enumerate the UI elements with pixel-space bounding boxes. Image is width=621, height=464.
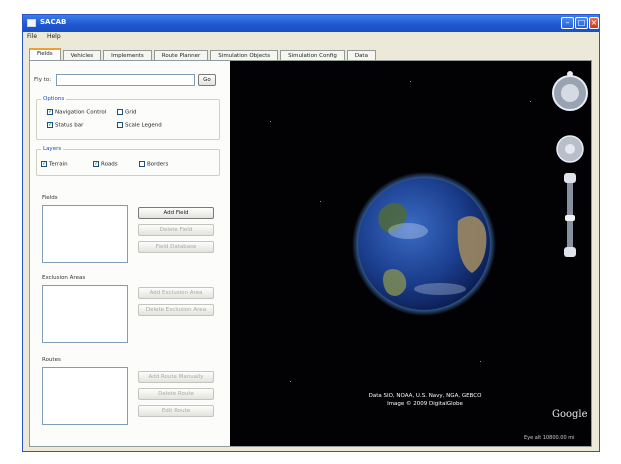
tab-fields[interactable]: Fields [29,48,61,60]
edit-route-button[interactable]: Edit Route [138,405,214,417]
delete-exclusion-area-button[interactable]: Delete Exclusion Area [138,304,214,316]
google-logo: Google [552,409,588,420]
tab-route-planner[interactable]: Route Planner [153,50,209,60]
grid-checkbox[interactable]: Grid [117,109,137,116]
window-title: SACAB [40,18,67,26]
cloud-cover [388,223,428,239]
close-button[interactable]: × [589,17,599,29]
attribution-line-1: Data SIO, NOAA, U.S. Navy, NGA, GEBCO [368,393,482,399]
status-bar-check-icon: ✓ [47,121,54,128]
add-exclusion-area-button[interactable]: Add Exclusion Area [138,287,214,299]
terrain-check-icon: ✓ [41,160,48,167]
exclusion-areas-title: Exclusion Areas [42,275,86,281]
grid-label: Grid [125,109,137,116]
eye-altitude-readout: Eye alt 10800.00 mi [524,435,575,441]
tab-panel: Fly to: Go Options ✓ Navigation Control G… [29,60,592,447]
options-group: Options ✓ Navigation Control Grid ✓ Status… [36,96,220,140]
tab-vehicles[interactable]: Vehicles [62,50,102,60]
layers-title: Layers [41,146,64,152]
roads-label: Roads [101,161,118,168]
minimize-button[interactable]: – [561,17,574,29]
status-bar-label: Status bar [55,122,84,129]
control-panel: Fly to: Go Options ✓ Navigation Control G… [30,61,225,446]
globe-svg [352,71,588,316]
tab-simulation-objects[interactable]: Simulation Objects [210,50,279,60]
grid-check-icon [117,109,123,115]
cloud-cover [414,283,466,295]
title-bar: SACAB – □ × [23,15,599,32]
tab-strip: Fields Vehicles Implements Route Planner Sim… [29,48,378,60]
field-database-button[interactable]: Field Database [138,241,214,253]
roads-check-icon: ✓ [93,160,100,167]
scale-legend-label: Scale Legend [125,122,162,129]
look-around-inner-icon [561,84,579,102]
add-field-button[interactable]: Add Field [138,207,214,219]
routes-list[interactable] [42,367,128,425]
terrain-label: Terrain [49,161,68,168]
tab-simulation-config[interactable]: Simulation Config [280,50,345,60]
borders-check-icon [139,161,145,167]
move-control-inner-icon [565,144,575,154]
delete-field-button[interactable]: Delete Field [138,224,214,236]
terrain-checkbox[interactable]: ✓ Terrain [41,161,68,168]
borders-label: Borders [147,161,169,168]
go-button[interactable]: Go [198,74,216,86]
navigation-control-check-icon: ✓ [47,108,54,115]
status-bar-checkbox[interactable]: ✓ Status bar [47,122,83,129]
app-icon [27,19,36,27]
tab-implements[interactable]: Implements [103,50,152,60]
layers-group: Layers ✓ Terrain ✓ Roads Borders [36,146,220,176]
earth-map-view[interactable]: Data SIO, NOAA, U.S. Navy, NGA, GEBCO Im… [230,61,591,446]
fields-title: Fields [42,195,58,201]
scale-legend-checkbox[interactable]: Scale Legend [117,122,162,129]
menu-file[interactable]: File [23,32,41,41]
scale-legend-check-icon [117,122,123,128]
zoom-slider-handle[interactable] [565,215,575,221]
north-indicator-icon [567,71,573,77]
routes-title: Routes [42,357,61,363]
fly-to-input[interactable] [56,74,195,86]
fields-list[interactable] [42,205,128,263]
menu-bar: File Help [23,32,599,43]
zoom-in-icon[interactable] [564,173,576,183]
roads-checkbox[interactable]: ✓ Roads [93,161,118,168]
exclusion-areas-list[interactable] [42,285,128,343]
options-title: Options [41,96,67,102]
maximize-button[interactable]: □ [575,17,588,29]
delete-route-button[interactable]: Delete Route [138,388,214,400]
attribution-line-2: Image © 2009 DigitalGlobe [387,401,463,407]
add-route-manually-button[interactable]: Add Route Manually [138,371,214,383]
zoom-out-icon[interactable] [564,247,576,257]
fly-to-label: Fly to: [34,77,52,83]
navigation-control-label: Navigation Control [55,109,107,116]
navigation-control-checkbox[interactable]: ✓ Navigation Control [47,109,106,116]
tab-data[interactable]: Data [346,50,376,60]
borders-checkbox[interactable]: Borders [139,161,168,168]
menu-help[interactable]: Help [43,32,65,41]
app-window: SACAB – □ × File Help Fields Vehicles Impl… [22,14,600,452]
